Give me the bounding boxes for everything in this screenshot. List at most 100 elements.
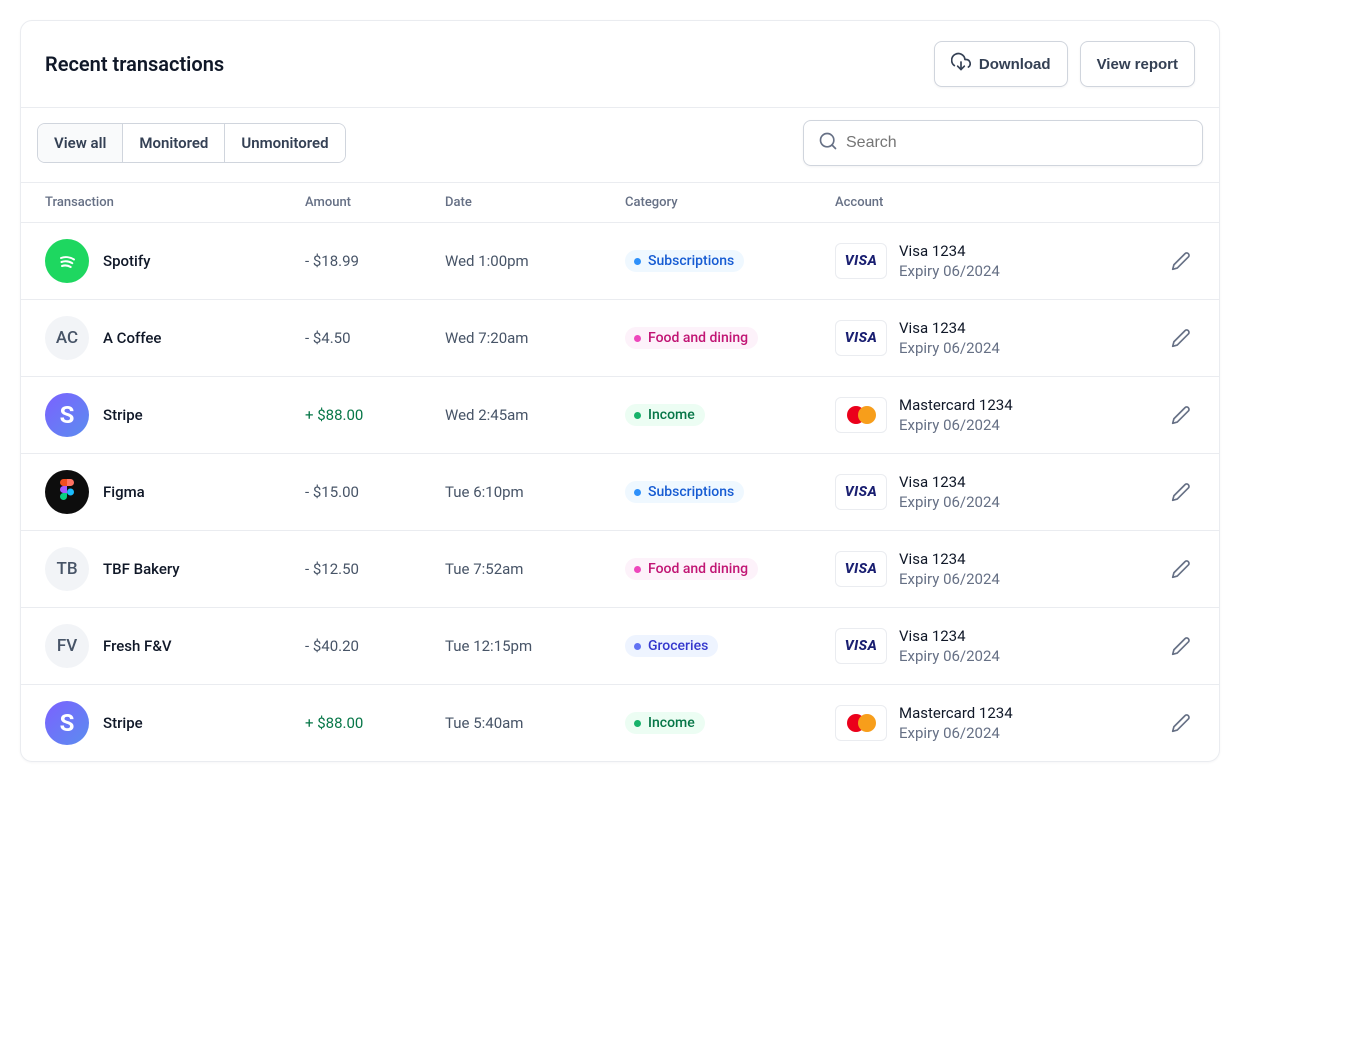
amount-value: + $88.00 [305,406,445,424]
date-value: Tue 7:52am [445,560,625,578]
amount-value: - $15.00 [305,483,445,501]
view-report-label: View report [1097,56,1178,73]
date-value: Wed 7:20am [445,329,625,347]
col-category: Category [625,195,835,210]
search-input[interactable] [846,134,1188,152]
date-value: Tue 5:40am [445,714,625,732]
category-badge: Subscriptions [625,250,744,272]
category-label: Subscriptions [648,484,734,500]
stripe-icon: S [45,701,89,745]
transaction-cell: S Stripe [45,701,305,745]
status-dot-icon [634,643,641,650]
account-name: Visa 1234 [899,319,1000,337]
category-cell: Subscriptions [625,481,835,504]
transaction-name: Stripe [103,714,143,732]
table-row: Spotify - $18.99 Wed 1:00pm Subscription… [21,222,1219,299]
amount-value: - $12.50 [305,560,445,578]
edit-button[interactable] [1171,328,1191,348]
status-dot-icon [634,489,641,496]
spotify-icon [45,239,89,283]
status-dot-icon [634,412,641,419]
merchant-avatar: FV [45,624,89,668]
category-cell: Groceries [625,635,835,658]
account-cell: Mastercard 1234 Expiry 06/2024 [835,396,1125,434]
account-text: Mastercard 1234 Expiry 06/2024 [899,396,1013,434]
date-value: Wed 1:00pm [445,252,625,270]
category-cell: Income [625,712,835,735]
pencil-icon [1171,482,1191,502]
category-badge: Subscriptions [625,481,744,503]
transaction-cell: Figma [45,470,305,514]
account-expiry: Expiry 06/2024 [899,416,1013,434]
account-name: Visa 1234 [899,550,1000,568]
edit-button[interactable] [1171,482,1191,502]
view-report-button[interactable]: View report [1080,41,1195,87]
table-row: Figma - $15.00 Tue 6:10pm Subscriptions … [21,453,1219,530]
tab-unmonitored[interactable]: Unmonitored [225,124,344,162]
account-cell: VISA Visa 1234 Expiry 06/2024 [835,473,1125,511]
category-label: Subscriptions [648,253,734,269]
account-cell: VISA Visa 1234 Expiry 06/2024 [835,242,1125,280]
account-expiry: Expiry 06/2024 [899,339,1000,357]
visa-icon: VISA [835,320,887,356]
category-label: Income [648,715,695,731]
account-cell: VISA Visa 1234 Expiry 06/2024 [835,319,1125,357]
amount-value: + $88.00 [305,714,445,732]
category-badge: Food and dining [625,558,758,580]
edit-button[interactable] [1171,559,1191,579]
transaction-name: TBF Bakery [103,560,180,578]
amount-value: - $4.50 [305,329,445,347]
search-box[interactable] [803,120,1203,166]
merchant-avatar: AC [45,316,89,360]
download-button[interactable]: Download [934,41,1068,87]
col-transaction: Transaction [45,195,305,210]
status-dot-icon [634,566,641,573]
pencil-icon [1171,713,1191,733]
page-title: Recent transactions [45,52,224,76]
transaction-cell: S Stripe [45,393,305,437]
account-name: Visa 1234 [899,242,1000,260]
pencil-icon [1171,636,1191,656]
table-row: S Stripe + $88.00 Wed 2:45am Income Mast… [21,376,1219,453]
transaction-cell: AC A Coffee [45,316,305,360]
tab-monitored[interactable]: Monitored [123,124,225,162]
table-row: FV Fresh F&V - $40.20 Tue 12:15pm Grocer… [21,607,1219,684]
actions-cell [1125,251,1195,271]
account-cell: VISA Visa 1234 Expiry 06/2024 [835,550,1125,588]
category-badge: Groceries [625,635,718,657]
account-expiry: Expiry 06/2024 [899,493,1000,511]
filter-tabs: View all Monitored Unmonitored [37,123,346,163]
category-badge: Income [625,712,705,734]
table-row: S Stripe + $88.00 Tue 5:40am Income Mast… [21,684,1219,761]
edit-button[interactable] [1171,405,1191,425]
account-expiry: Expiry 06/2024 [899,724,1013,742]
download-cloud-icon [951,52,971,76]
account-text: Visa 1234 Expiry 06/2024 [899,627,1000,665]
col-account: Account [835,195,1125,210]
tab-view-all[interactable]: View all [38,124,123,162]
account-name: Mastercard 1234 [899,396,1013,414]
status-dot-icon [634,335,641,342]
visa-icon: VISA [835,243,887,279]
account-expiry: Expiry 06/2024 [899,262,1000,280]
category-label: Food and dining [648,561,748,577]
edit-button[interactable] [1171,713,1191,733]
transaction-cell: TB TBF Bakery [45,547,305,591]
transaction-name: Stripe [103,406,143,424]
status-dot-icon [634,720,641,727]
actions-cell [1125,405,1195,425]
mastercard-icon [835,705,887,741]
edit-button[interactable] [1171,251,1191,271]
transaction-name: Fresh F&V [103,637,172,655]
visa-icon: VISA [835,551,887,587]
category-badge: Income [625,404,705,426]
category-cell: Subscriptions [625,250,835,273]
transactions-table: Transaction Amount Date Category Account… [21,183,1219,761]
pencil-icon [1171,251,1191,271]
edit-button[interactable] [1171,636,1191,656]
actions-cell [1125,636,1195,656]
category-cell: Income [625,404,835,427]
amount-value: - $40.20 [305,637,445,655]
mastercard-icon [835,397,887,433]
table-row: AC A Coffee - $4.50 Wed 7:20am Food and … [21,299,1219,376]
